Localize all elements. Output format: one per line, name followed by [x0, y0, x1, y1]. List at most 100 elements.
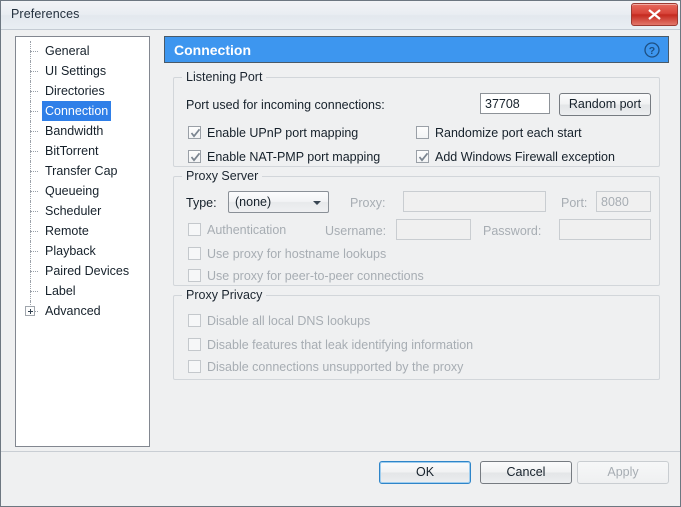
sidebar-item-playback[interactable]: Playback	[16, 241, 149, 261]
checkbox-disable-unsupported-connections[interactable]: Disable connections unsupported by the p…	[188, 360, 463, 375]
check-icon	[418, 152, 429, 162]
password-input[interactable]	[559, 219, 651, 240]
checkbox-label: Use proxy for hostname lookups	[207, 247, 387, 261]
settings-tree[interactable]: General UI Settings Directories Connecti…	[15, 36, 150, 447]
sidebar-item-label: UI Settings	[45, 64, 107, 78]
sidebar-item-label: Label	[45, 284, 76, 298]
port-label: Port used for incoming connections:	[186, 98, 385, 112]
checkbox-label: Add Windows Firewall exception	[435, 150, 615, 164]
sidebar-item-label: Paired Devices	[45, 264, 130, 278]
tree-dash	[30, 91, 38, 92]
sidebar-item-label: Queueing	[45, 184, 100, 198]
checkbox-label: Enable UPnP port mapping	[207, 126, 359, 140]
listening-port-group: Listening Port Port used for incoming co…	[173, 70, 660, 167]
checkbox-label: Disable connections unsupported by the p…	[207, 360, 464, 374]
checkbox-box	[188, 269, 201, 282]
checkbox-box	[416, 150, 429, 163]
checkbox-enable-upnp[interactable]: Enable UPnP port mapping	[188, 126, 358, 141]
svg-text:?: ?	[649, 45, 655, 57]
proxy-port-label: Port:	[561, 196, 588, 210]
title-bar: Preferences	[1, 1, 680, 30]
tree-root: General UI Settings Directories Connecti…	[16, 37, 149, 321]
page-title: Connection	[174, 42, 251, 58]
sidebar-item-connection[interactable]: Connection	[16, 101, 149, 121]
random-port-button[interactable]: Random port	[559, 93, 651, 116]
sidebar-item-queueing[interactable]: Queueing	[16, 181, 149, 201]
dialog-content: General UI Settings Directories Connecti…	[1, 30, 680, 506]
checkbox-box	[188, 314, 201, 327]
sidebar-item-scheduler[interactable]: Scheduler	[16, 201, 149, 221]
sidebar-item-transfer-cap[interactable]: Transfer Cap	[16, 161, 149, 181]
tree-dash	[30, 51, 38, 52]
sidebar-item-label: Scheduler	[45, 204, 102, 218]
checkbox-label: Authentication	[207, 223, 287, 237]
checkbox-label: Randomize port each start	[435, 126, 582, 140]
check-icon	[190, 128, 201, 138]
preferences-window: Preferences General UI Settings Director…	[0, 0, 681, 507]
tree-dash	[30, 71, 38, 72]
sidebar-item-label: Directories	[45, 84, 105, 98]
username-label: Username:	[325, 224, 387, 238]
checkbox-box	[188, 126, 201, 139]
close-button[interactable]	[631, 3, 678, 26]
sidebar-item-advanced[interactable]: Advanced	[16, 301, 149, 321]
tree-dash	[30, 111, 38, 112]
sidebar-item-bittorrent[interactable]: BitTorrent	[16, 141, 149, 161]
sidebar-item-label: Transfer Cap	[45, 164, 118, 178]
tree-dash	[30, 231, 38, 232]
checkbox-enable-natpmp[interactable]: Enable NAT-PMP port mapping	[188, 150, 380, 165]
tree-dash	[30, 271, 38, 272]
proxy-host-label: Proxy:	[350, 196, 386, 210]
checkbox-box	[188, 247, 201, 260]
expand-icon[interactable]	[25, 306, 35, 316]
sidebar-item-ui-settings[interactable]: UI Settings	[16, 61, 149, 81]
proxy-type-select[interactable]: (none)	[228, 191, 329, 213]
checkbox-proxy-hostname-lookups[interactable]: Use proxy for hostname lookups	[188, 247, 386, 262]
checkbox-firewall-exception[interactable]: Add Windows Firewall exception	[416, 150, 615, 165]
sidebar-item-label: Remote	[45, 224, 89, 238]
sidebar-item-general[interactable]: General	[16, 41, 149, 61]
group-legend: Listening Port	[182, 70, 267, 84]
tree-dash	[30, 291, 38, 292]
checkbox-label: Disable features that leak identifying i…	[207, 338, 474, 352]
tree-dash	[30, 171, 38, 172]
dialog-footer: OK Cancel Apply	[1, 452, 680, 506]
proxy-type-value: (none)	[235, 195, 272, 209]
ok-button[interactable]: OK	[379, 461, 471, 484]
proxy-type-label: Type:	[186, 196, 217, 210]
tree-dash	[30, 131, 38, 132]
sidebar-item-remote[interactable]: Remote	[16, 221, 149, 241]
checkbox-randomize-port[interactable]: Randomize port each start	[416, 126, 582, 141]
sidebar-item-label: Advanced	[45, 304, 101, 318]
tree-dash	[30, 251, 38, 252]
checkbox-box	[416, 126, 429, 139]
username-input[interactable]	[396, 219, 471, 240]
panel-header: Connection ?	[164, 36, 669, 63]
cancel-button[interactable]: Cancel	[480, 461, 572, 484]
checkbox-label: Disable all local DNS lookups	[207, 314, 371, 328]
sidebar-item-label: Connection	[42, 101, 112, 121]
proxy-host-input[interactable]	[403, 191, 546, 212]
sidebar-item-label: Playback	[45, 244, 96, 258]
apply-button: Apply	[577, 461, 669, 484]
checkbox-authentication[interactable]: Authentication	[188, 223, 286, 238]
checkbox-box	[188, 150, 201, 163]
tree-dash	[30, 191, 38, 192]
sidebar-item-label[interactable]: Label	[16, 281, 149, 301]
checkbox-proxy-p2p[interactable]: Use proxy for peer-to-peer connections	[188, 269, 424, 284]
help-icon[interactable]: ?	[644, 42, 660, 58]
checkbox-disable-dns-lookups[interactable]: Disable all local DNS lookups	[188, 314, 370, 329]
sidebar-item-label: BitTorrent	[45, 144, 99, 158]
sidebar-item-directories[interactable]: Directories	[16, 81, 149, 101]
checkbox-disable-leaky-features[interactable]: Disable features that leak identifying i…	[188, 338, 473, 353]
tree-dash	[30, 151, 38, 152]
proxy-port-input[interactable]	[596, 191, 651, 212]
port-input[interactable]	[480, 93, 550, 114]
sidebar-item-bandwidth[interactable]: Bandwidth	[16, 121, 149, 141]
tree-dash	[30, 211, 38, 212]
checkbox-box	[188, 360, 201, 373]
proxy-server-group: Proxy Server Type: (none) Proxy: Port: A…	[173, 169, 660, 286]
sidebar-item-label: Bandwidth	[45, 124, 104, 138]
checkbox-label: Use proxy for peer-to-peer connections	[207, 269, 424, 283]
sidebar-item-paired-devices[interactable]: Paired Devices	[16, 261, 149, 281]
